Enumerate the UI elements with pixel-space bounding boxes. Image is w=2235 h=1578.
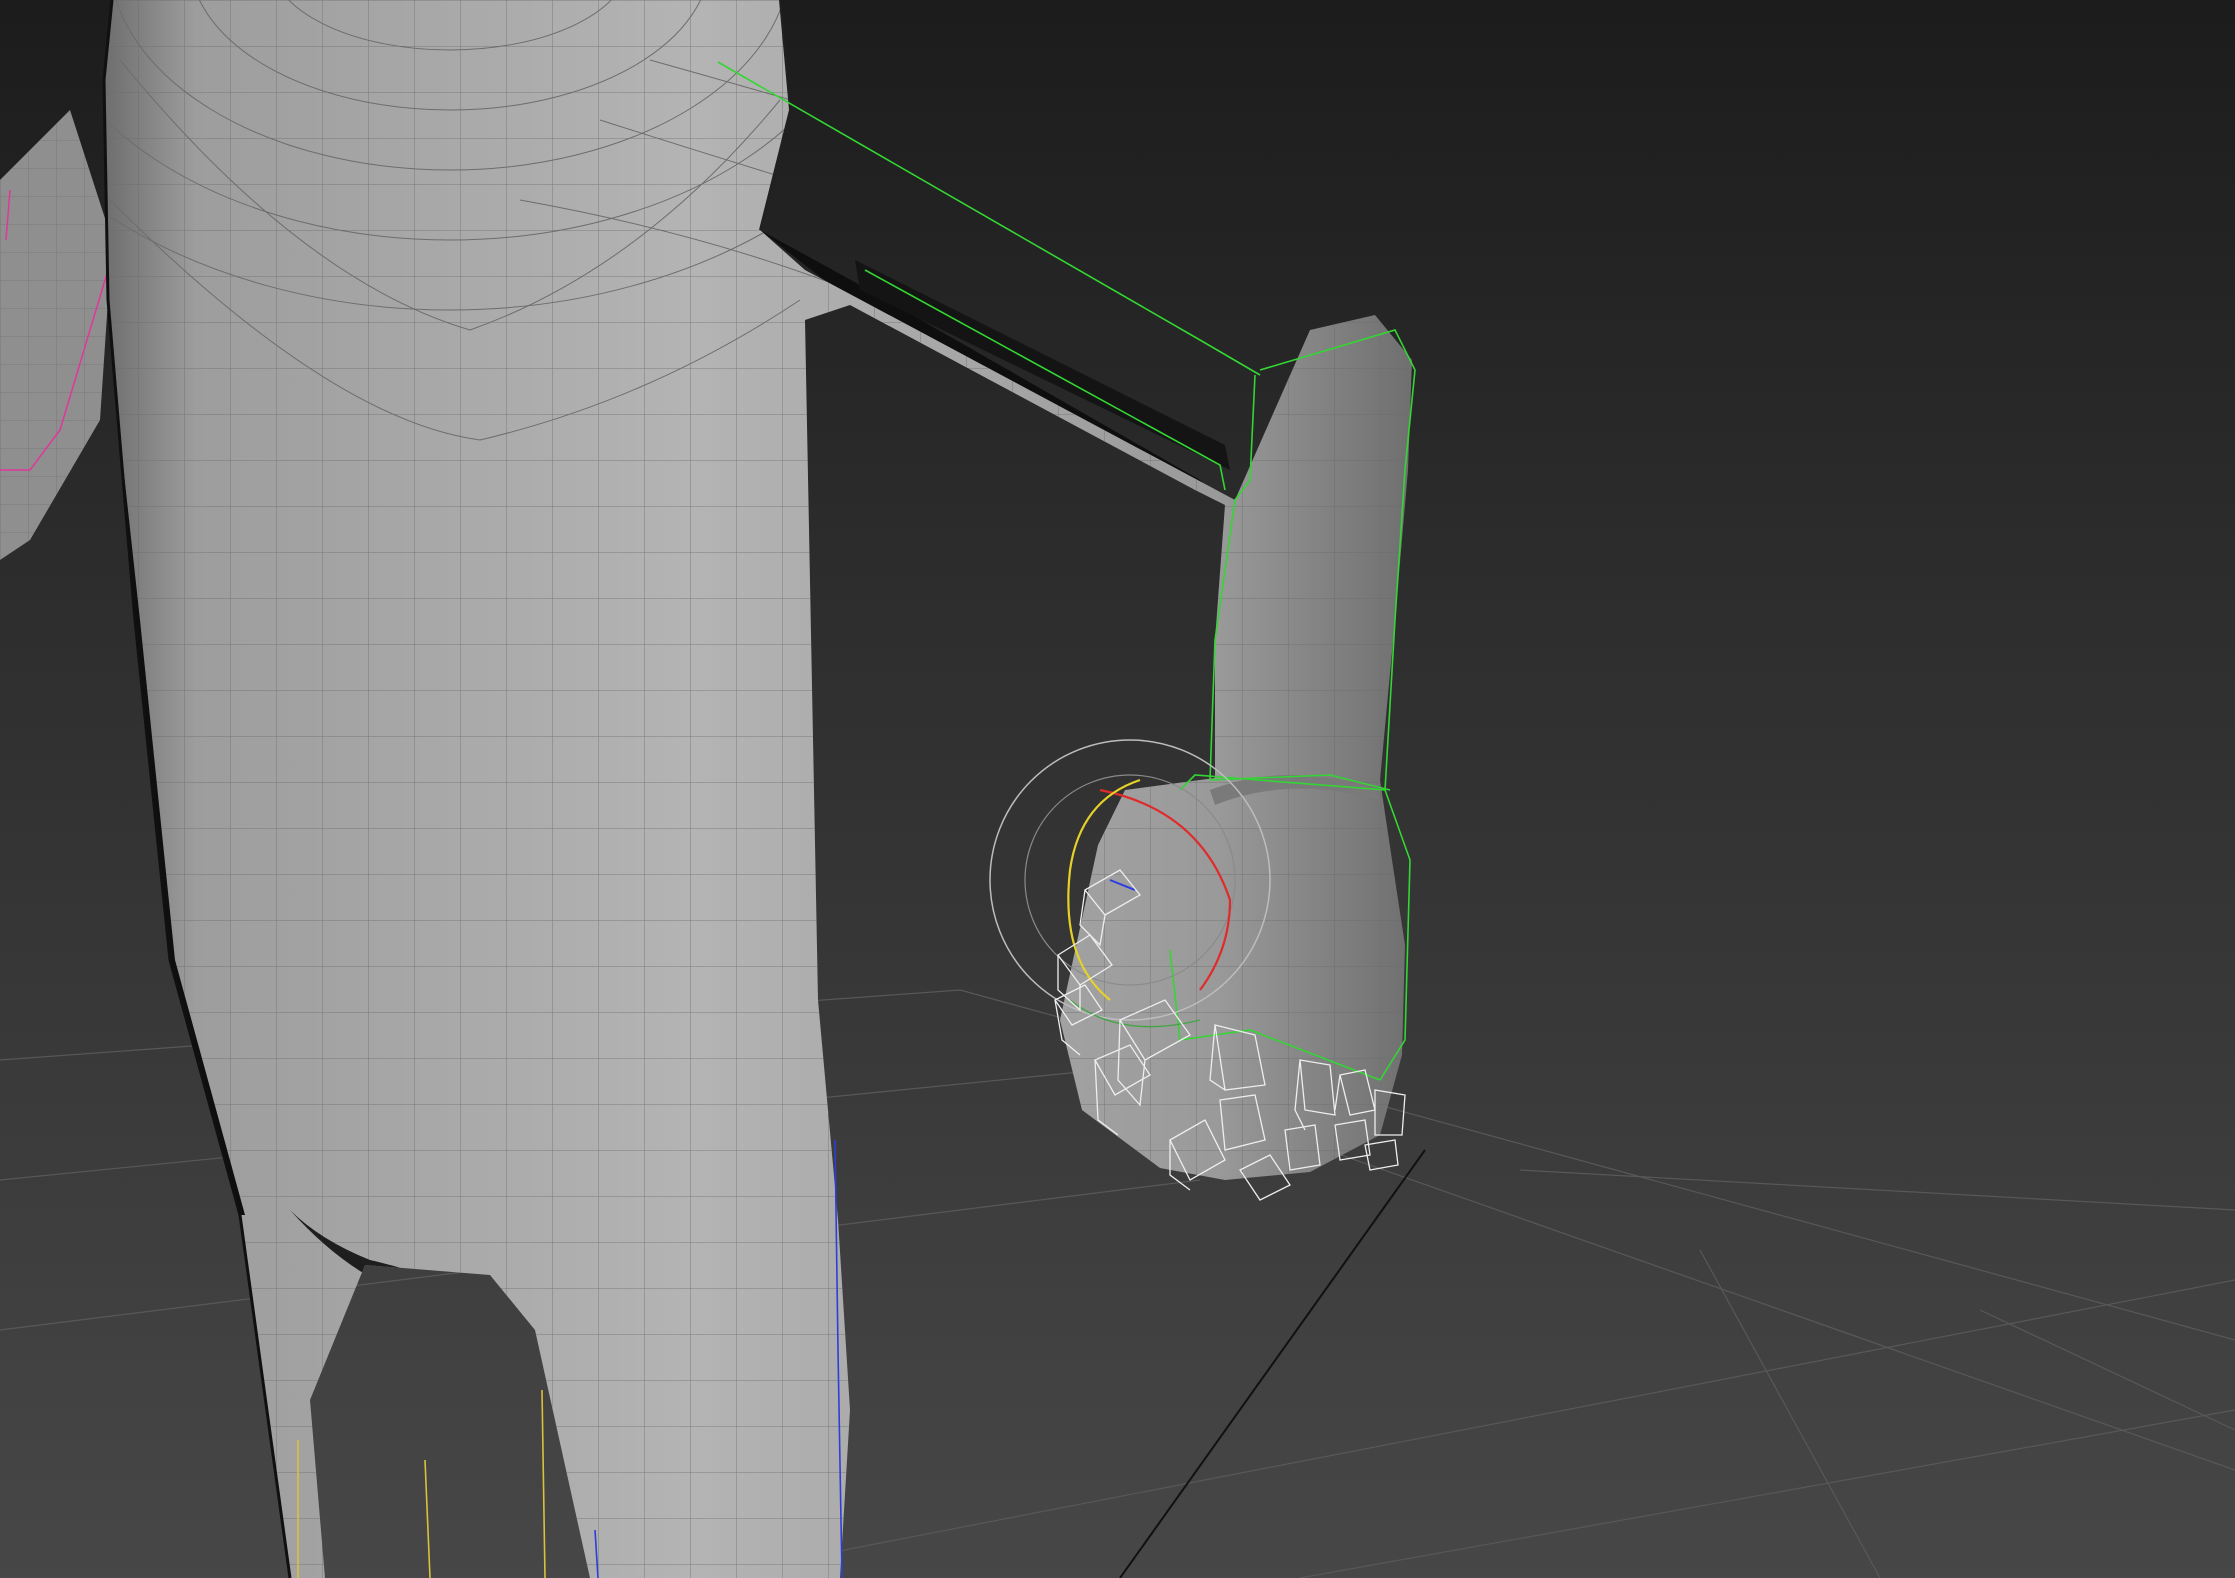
3d-viewport[interactable] xyxy=(0,0,2235,1578)
viewport-canvas[interactable] xyxy=(0,0,2235,1578)
